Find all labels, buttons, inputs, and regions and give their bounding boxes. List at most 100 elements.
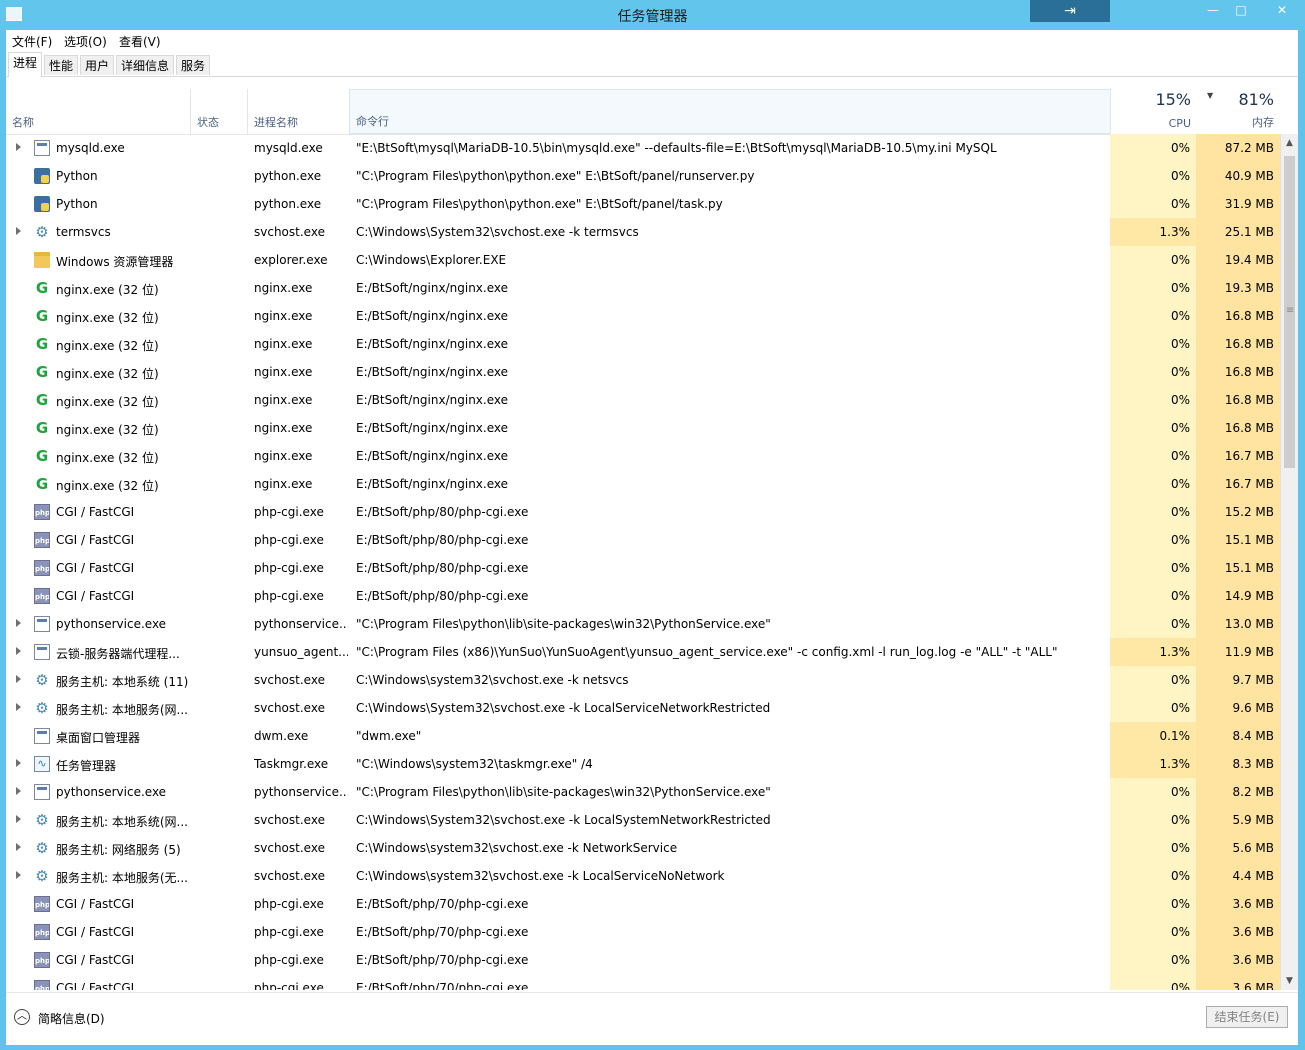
image-name-cell: php-cgi.exe: [254, 925, 324, 939]
table-row[interactable]: 桌面窗口管理器 dwm.exe "dwm.exe" 0.1% 8.4 MB: [6, 722, 1280, 750]
col-cpu[interactable]: 15% CPU: [1111, 89, 1197, 134]
expand-arrow-icon[interactable]: [16, 815, 21, 823]
expand-arrow-icon[interactable]: [16, 675, 21, 683]
command-line-cell: E:/BtSoft/php/80/php-cgi.exe: [356, 505, 529, 519]
expand-arrow-icon[interactable]: [16, 619, 21, 627]
table-row[interactable]: Gnginx.exe (32 位) nginx.exe E:/BtSoft/ngin…: [6, 274, 1280, 302]
table-row[interactable]: php CGI / FastCGI php-cgi.exe E:/BtSoft/php…: [6, 890, 1280, 918]
table-row[interactable]: mysqld.exe mysqld.exe "E:\BtSoft\mysql\Mar…: [6, 134, 1280, 162]
command-line-cell: C:\Windows\Explorer.EXE: [356, 253, 507, 267]
php-icon: php: [34, 560, 50, 576]
expand-arrow-icon[interactable]: [16, 647, 21, 655]
image-name-cell: nginx.exe: [254, 281, 313, 295]
process-name-cell: CGI / FastCGI: [56, 561, 135, 575]
image-name-cell: Taskmgr.exe: [254, 757, 329, 771]
window-icon: [34, 644, 50, 660]
table-row[interactable]: Gnginx.exe (32 位) nginx.exe E:/BtSoft/ngin…: [6, 386, 1280, 414]
cpu-cell: 0.1%: [1110, 722, 1196, 750]
expand-arrow-icon[interactable]: [16, 759, 21, 767]
expand-arrow-icon[interactable]: [16, 703, 21, 711]
end-task-button[interactable]: 结束任务(E): [1206, 1006, 1288, 1028]
image-name-cell: dwm.exe: [254, 729, 309, 743]
nginx-icon: G: [35, 392, 49, 408]
command-line-cell: E:/BtSoft/php/70/php-cgi.exe: [356, 897, 529, 911]
menu-file[interactable]: 文件(F): [12, 33, 52, 50]
process-name-cell: nginx.exe (32 位): [56, 367, 159, 381]
table-row[interactable]: ∿ 任务管理器 Taskmgr.exe "C:\Windows\system32\ta…: [6, 750, 1280, 778]
memory-cell: 3.6 MB: [1196, 918, 1280, 946]
table-row[interactable]: 云锁-服务器端代理程... yunsuo_agent... "C:\Program …: [6, 638, 1280, 666]
table-row[interactable]: Python python.exe "C:\Program Files\python…: [6, 190, 1280, 218]
image-name-cell: nginx.exe: [254, 337, 313, 351]
image-name-cell: nginx.exe: [254, 393, 313, 407]
process-name-cell: nginx.exe (32 位): [56, 339, 159, 353]
expand-arrow-icon[interactable]: [16, 787, 21, 795]
table-row[interactable]: ⚙ 服务主机: 网络服务 (5) svchost.exe C:\Windows\sys…: [6, 834, 1280, 862]
table-row[interactable]: Gnginx.exe (32 位) nginx.exe E:/BtSoft/ngin…: [6, 442, 1280, 470]
cpu-cell: 0%: [1110, 190, 1196, 218]
php-icon: php: [34, 924, 50, 940]
cpu-total: 15%: [1155, 90, 1191, 109]
close-button[interactable]: ✕: [1262, 0, 1302, 21]
table-row[interactable]: ⚙ 服务主机: 本地服务(网... svchost.exe C:\Windows\Sy…: [6, 694, 1280, 722]
table-row[interactable]: php CGI / FastCGI php-cgi.exe E:/BtSoft/php…: [6, 526, 1280, 554]
col-status[interactable]: 状态: [191, 89, 247, 134]
tab-users[interactable]: 用户: [80, 55, 114, 75]
col-name[interactable]: 名称: [6, 89, 190, 134]
table-row[interactable]: Gnginx.exe (32 位) nginx.exe E:/BtSoft/ngin…: [6, 330, 1280, 358]
table-row[interactable]: php CGI / FastCGI php-cgi.exe E:/BtSoft/php…: [6, 946, 1280, 974]
table-row[interactable]: Gnginx.exe (32 位) nginx.exe E:/BtSoft/ngin…: [6, 302, 1280, 330]
table-row[interactable]: php CGI / FastCGI php-cgi.exe E:/BtSoft/php…: [6, 974, 1280, 990]
expand-arrow-icon[interactable]: [16, 843, 21, 851]
command-line-cell: C:\Windows\System32\svchost.exe -k terms…: [356, 225, 639, 239]
maximize-button[interactable]: □: [1228, 0, 1254, 21]
table-row[interactable]: ⚙ 服务主机: 本地服务(无... svchost.exe C:\Windows\sy…: [6, 862, 1280, 890]
table-row[interactable]: pythonservice.exe pythonservice... "C:\Pro…: [6, 778, 1280, 806]
nginx-icon: G: [35, 280, 49, 296]
image-name-cell: php-cgi.exe: [254, 561, 324, 575]
col-command-line[interactable]: 命令行: [349, 89, 1111, 134]
table-row[interactable]: Gnginx.exe (32 位) nginx.exe E:/BtSoft/ngin…: [6, 414, 1280, 442]
table-row[interactable]: php CGI / FastCGI php-cgi.exe E:/BtSoft/php…: [6, 582, 1280, 610]
php-icon: php: [34, 980, 50, 990]
table-row[interactable]: php CGI / FastCGI php-cgi.exe E:/BtSoft/php…: [6, 554, 1280, 582]
minimize-button[interactable]: —: [1200, 0, 1226, 21]
table-row[interactable]: ⚙ termsvcs svchost.exe C:\Windows\System32\…: [6, 218, 1280, 246]
memory-cell: 3.6 MB: [1196, 974, 1280, 990]
tab-services[interactable]: 服务: [176, 55, 210, 75]
memory-cell: 40.9 MB: [1196, 162, 1280, 190]
scroll-thumb[interactable]: ≡: [1284, 156, 1295, 468]
table-row[interactable]: php CGI / FastCGI php-cgi.exe E:/BtSoft/php…: [6, 498, 1280, 526]
table-row[interactable]: Gnginx.exe (32 位) nginx.exe E:/BtSoft/ngin…: [6, 358, 1280, 386]
tab-performance[interactable]: 性能: [44, 55, 78, 75]
scroll-down-icon[interactable]: ▼: [1283, 974, 1296, 988]
table-row[interactable]: Windows 资源管理器 explorer.exe C:\Windows\Expl…: [6, 246, 1280, 274]
pin-icon[interactable]: ⇥: [1030, 0, 1110, 22]
expand-arrow-icon[interactable]: [16, 871, 21, 879]
scroll-up-icon[interactable]: ▲: [1283, 136, 1296, 150]
expand-arrow-icon[interactable]: [16, 227, 21, 235]
table-row[interactable]: pythonservice.exe pythonservice... "C:\Pro…: [6, 610, 1280, 638]
expand-arrow-icon[interactable]: [16, 143, 21, 151]
process-name-cell: mysqld.exe: [56, 141, 125, 155]
table-row[interactable]: Python python.exe "C:\Program Files\python…: [6, 162, 1280, 190]
process-name-cell: 任务管理器: [56, 759, 117, 773]
menu-view[interactable]: 查看(V): [119, 33, 161, 50]
vertical-scrollbar[interactable]: ▲ ≡ ▼: [1280, 134, 1298, 990]
table-row[interactable]: Gnginx.exe (32 位) nginx.exe E:/BtSoft/ngin…: [6, 470, 1280, 498]
memory-cell: 16.8 MB: [1196, 414, 1280, 442]
memory-cell: 15.1 MB: [1196, 526, 1280, 554]
image-name-cell: mysqld.exe: [254, 141, 323, 155]
menu-options[interactable]: 选项(O): [64, 33, 107, 50]
cpu-cell: 0%: [1110, 610, 1196, 638]
tab-processes[interactable]: 进程: [8, 52, 42, 77]
table-row[interactable]: ⚙ 服务主机: 本地系统 (11) svchost.exe C:\Windows\sy…: [6, 666, 1280, 694]
tab-details[interactable]: 详细信息: [116, 55, 174, 75]
image-name-cell: yunsuo_agent...: [254, 645, 348, 659]
col-process-name[interactable]: 进程名称: [248, 89, 348, 134]
table-row[interactable]: php CGI / FastCGI php-cgi.exe E:/BtSoft/php…: [6, 918, 1280, 946]
image-name-cell: svchost.exe: [254, 813, 325, 827]
col-memory[interactable]: ▼ 81% 内存: [1197, 89, 1280, 134]
image-name-cell: php-cgi.exe: [254, 981, 324, 990]
table-row[interactable]: ⚙ 服务主机: 本地系统(网... svchost.exe C:\Windows\Sy…: [6, 806, 1280, 834]
